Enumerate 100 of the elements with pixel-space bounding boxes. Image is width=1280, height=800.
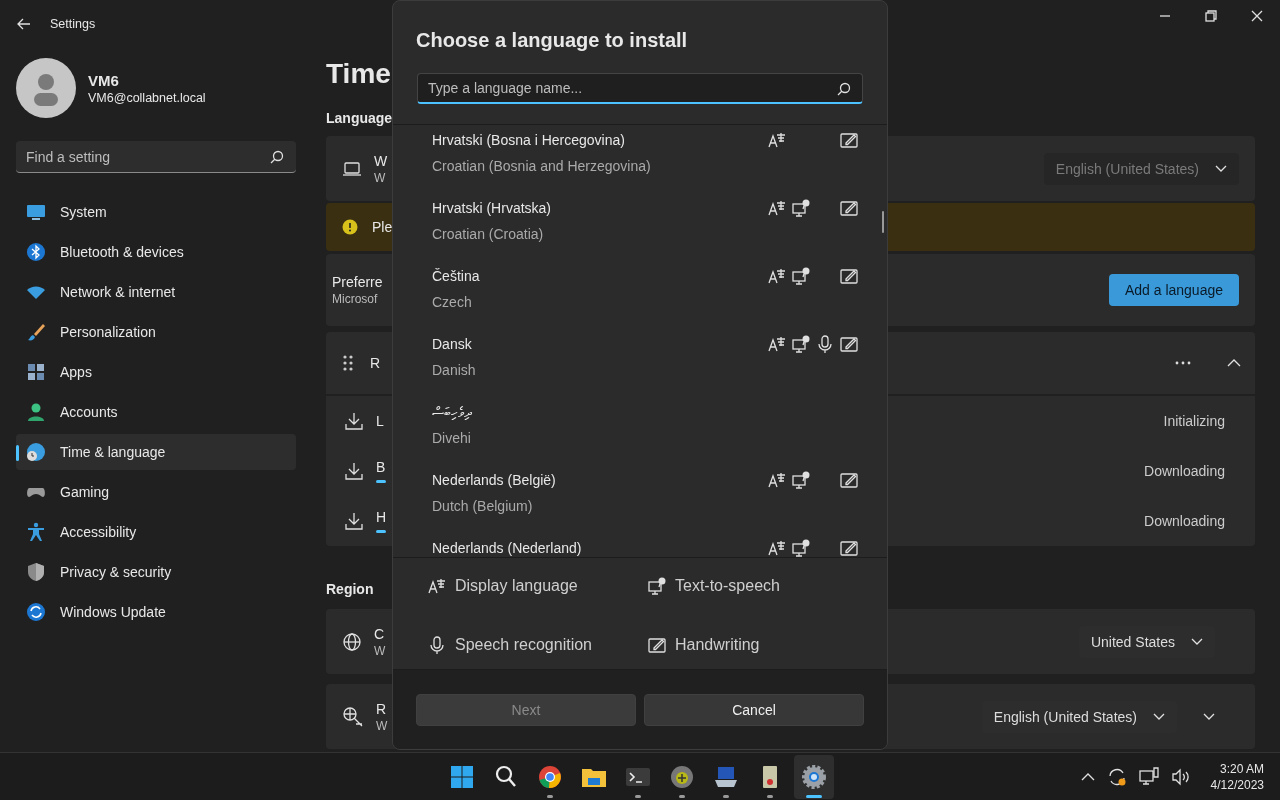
language-name: Dansk [432, 335, 473, 354]
network-icon[interactable] [1138, 766, 1159, 787]
language-english-name: Dutch (Belgium) [432, 498, 534, 514]
nav-item[interactable]: Gaming [16, 474, 296, 510]
page-title: Time [326, 57, 391, 91]
language-name: Nederlands (Nederland) [432, 539, 583, 557]
legend-label: Display language [455, 577, 578, 595]
nav-item[interactable]: Bluetooth & devices [16, 234, 296, 270]
apps-icon [26, 362, 46, 382]
language-item[interactable]: Čeština Czech [393, 261, 887, 329]
laptop-icon [342, 160, 362, 177]
sync-icon [26, 602, 46, 622]
language-name: ދިވެހިބަސް [432, 403, 473, 422]
row-subtitle: W [374, 170, 387, 185]
row-subtitle: Microsof [332, 292, 379, 306]
more-icon[interactable] [1175, 361, 1191, 365]
user-name: VM6 [88, 71, 120, 89]
window-title: Settings [50, 17, 96, 31]
language-english-name: Croatian (Croatia) [432, 226, 545, 242]
nav-item[interactable]: Windows Update [16, 594, 296, 630]
user-email: VM6@collabnet.local [88, 90, 206, 105]
start-icon[interactable] [449, 764, 475, 790]
avatar-icon [16, 58, 76, 118]
drag-handle-icon [342, 354, 354, 372]
download-status: Initializing [1163, 413, 1225, 429]
legend-label: Text-to-speech [675, 577, 780, 595]
language-item[interactable]: Nederlands (België) Dutch (Belgium) [393, 465, 887, 533]
gear-icon[interactable] [801, 764, 827, 790]
row-title: B [376, 459, 386, 475]
chevron-down-icon [1191, 637, 1203, 646]
nav-item[interactable]: Accessibility [16, 514, 296, 550]
browser-icon[interactable] [537, 764, 563, 790]
search-field[interactable]: Find a setting [16, 141, 296, 173]
clock[interactable]: 3:20 AM 4/12/2023 [1210, 760, 1264, 793]
taskbar-button[interactable] [794, 755, 834, 799]
download-icon [344, 411, 364, 431]
nav-item[interactable]: Accounts [16, 394, 296, 430]
add-language-button[interactable]: Add a language [1108, 274, 1239, 306]
clock-globe-icon [26, 442, 46, 462]
language-search-field[interactable]: Type a language name... [417, 73, 863, 104]
language-name: Hrvatski (Hrvatska) [432, 199, 552, 218]
nav-item[interactable]: Personalization [16, 314, 296, 350]
chevron-down-icon [1215, 164, 1227, 173]
monitor-icon [26, 202, 46, 222]
section-heading: Region [326, 581, 374, 599]
nav-item[interactable]: Time & language [16, 434, 296, 470]
display-language-icon [427, 576, 447, 596]
nav-item[interactable]: Privacy & security [16, 554, 296, 590]
chevron-down-icon [1153, 712, 1165, 721]
nav-item[interactable]: System [16, 194, 296, 230]
row-subtitle: W [376, 718, 388, 733]
volume-icon[interactable] [1170, 766, 1191, 787]
language-english-name: Czech [432, 294, 473, 310]
clock-time: 3:20 AM [1218, 760, 1264, 777]
row-title: R [370, 355, 381, 371]
language-item[interactable]: Nederlands (Nederland) [393, 533, 887, 557]
download-icon [344, 511, 364, 531]
accessibility-icon [26, 522, 46, 542]
region-format-icon [342, 705, 364, 728]
nav-item[interactable]: Apps [16, 354, 296, 390]
row-title: W [374, 152, 388, 169]
row-subtitle: W [374, 643, 386, 658]
nav-item[interactable]: Network & internet [16, 274, 296, 310]
download-status: Downloading [1144, 513, 1225, 529]
warning-text: Ple [372, 219, 393, 235]
row-title: R [376, 700, 388, 717]
legend-label: Speech recognition [455, 635, 592, 654]
microphone-icon [427, 634, 447, 655]
language-english-name: Croatian (Bosnia and Herzegovina) [432, 158, 652, 174]
language-name: Hrvatski (Bosna i Hercegovina) [432, 131, 626, 150]
orb-icon[interactable] [669, 764, 695, 790]
language-item[interactable]: Hrvatski (Hrvatska) Croatian (Croatia) [393, 193, 887, 261]
chevron-up-icon[interactable] [1227, 359, 1241, 367]
row-title: C [374, 625, 386, 642]
close-icon[interactable] [1251, 10, 1263, 22]
sync-icon[interactable] [1106, 766, 1127, 787]
language-item[interactable]: Hrvatski (Bosna i Hercegovina) Croatian (Bosnia and Herzegovina) [393, 125, 887, 193]
language-english-name: Divehi [432, 430, 472, 446]
row-title: H [376, 509, 387, 525]
brush-icon [26, 322, 46, 342]
section-heading: Language [326, 110, 393, 128]
chevron-up-icon[interactable] [1080, 772, 1095, 781]
language-english-name: Danish [432, 362, 477, 378]
back-icon[interactable] [16, 16, 32, 32]
shield-icon [26, 562, 46, 582]
download-status: Downloading [1144, 463, 1225, 479]
cancel-button[interactable]: Cancel [644, 694, 864, 726]
legend-label: Handwriting [675, 635, 760, 654]
row-title: L [376, 413, 384, 429]
row-title: Preferre [332, 274, 383, 290]
text-to-speech-icon [647, 576, 667, 596]
search-icon [837, 82, 851, 96]
bluetooth-icon [26, 242, 46, 262]
clock-date: 4/12/2023 [1210, 776, 1264, 793]
language-name: Čeština [432, 267, 481, 286]
download-icon [344, 461, 364, 481]
language-item[interactable]: Dansk Danish [393, 329, 887, 397]
restore-icon[interactable] [1205, 10, 1217, 22]
computer-icon[interactable] [713, 764, 739, 790]
scrollbar-thumb [882, 211, 884, 233]
